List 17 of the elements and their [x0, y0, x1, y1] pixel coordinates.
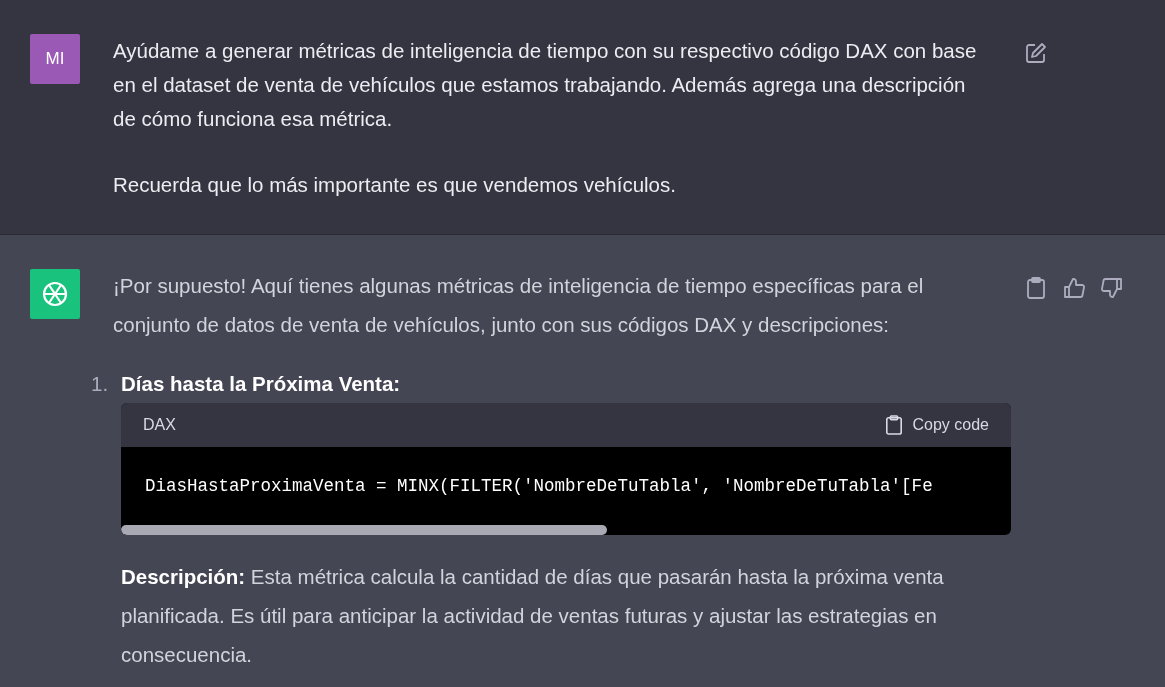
code-line: DiasHastaProximaVenta = MINX(FILTER('NombreDeTuTabla', 'NombreDeTuTabla'[Fe [145, 475, 933, 498]
code-language: DAX [143, 415, 176, 435]
user-avatar: MI [30, 34, 80, 84]
scrollbar-thumb[interactable] [121, 525, 607, 535]
clipboard-icon[interactable] [1025, 277, 1047, 299]
item-title: Días hasta la Próxima Venta: [121, 371, 401, 397]
edit-icon[interactable] [1025, 42, 1047, 64]
description-text: Descripción: Esta métrica calcula la cantidad de días que pasarán hasta la próxima venta planificada. Es útil para anticipar la actividad de ventas futuras y ajustar las estrategias en consecuencia. [121, 564, 945, 668]
list-number: 1. [91, 371, 110, 397]
thumbs-up-icon[interactable] [1063, 277, 1085, 299]
message-text: Ayúdame a generar métricas de inteligencia de tiempo con su respectivo código DAX con base en el dataset de venta de vehículos que estamos trabajando. Además agrega una descripción de cómo funciona esa métrica. [113, 38, 978, 132]
assistant-logo-icon [30, 269, 80, 319]
thumbs-down-icon[interactable] [1101, 277, 1123, 299]
copy-code-button[interactable]: Copy code [884, 408, 989, 442]
clipboard-icon [884, 415, 903, 435]
message-text: Recuerda que lo más importante es que vendemos vehículos. [113, 172, 677, 198]
message-text: ¡Por supuesto! Aquí tienes algunas métricas de inteligencia de tiempo específicas para el conjunto de datos de venta de vehículos, junto con sus códigos DAX y descripciones: [113, 273, 925, 338]
